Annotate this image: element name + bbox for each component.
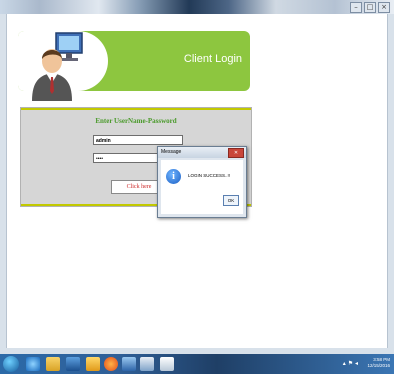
clock-date: 12/15/2016 (367, 363, 390, 368)
java-app-icon[interactable] (140, 357, 154, 371)
start-button[interactable] (3, 356, 19, 372)
internet-explorer-icon[interactable] (26, 357, 40, 371)
active-window-icon[interactable] (160, 357, 174, 371)
window-frame-left (0, 14, 7, 354)
taskbar-app-icon[interactable] (66, 357, 80, 371)
banner-title: Client Login (183, 53, 242, 65)
dialog-title: Message (161, 149, 182, 155)
netbeans-icon[interactable] (122, 357, 136, 371)
window-controls: – □ × (350, 2, 390, 13)
file-explorer-icon[interactable] (46, 357, 60, 371)
panel-top-accent (21, 108, 251, 110)
dialog-ok-button[interactable]: OK (223, 195, 239, 206)
dialog-close-button[interactable]: ✕ (228, 148, 244, 158)
taskbar: ▴ ⚑ ◂ 3:58 PM 12/15/2016 (0, 354, 394, 374)
system-tray-icons[interactable]: ▴ ⚑ ◂ (343, 360, 358, 367)
info-icon: i (166, 169, 181, 184)
message-dialog: Message ✕ i LOGIN SUCCESS..!! OK (157, 146, 247, 218)
dialog-body: i LOGIN SUCCESS..!! OK (161, 160, 243, 214)
login-heading: Enter UserName-Password (95, 117, 177, 125)
dialog-message: LOGIN SUCCESS..!! (188, 173, 231, 178)
window-title-bar: – □ × (0, 0, 394, 14)
firefox-icon[interactable] (104, 357, 118, 371)
folder-icon[interactable] (86, 357, 100, 371)
minimize-button[interactable]: – (350, 2, 362, 13)
window-frame-right (387, 14, 394, 354)
taskbar-clock[interactable]: 3:58 PM 12/15/2016 (367, 357, 390, 369)
maximize-button[interactable]: □ (364, 2, 376, 13)
username-input[interactable]: admin (93, 135, 183, 145)
dialog-title-bar: Message ✕ (158, 147, 246, 158)
close-button[interactable]: × (378, 2, 390, 13)
user-computer-icon (32, 32, 83, 101)
